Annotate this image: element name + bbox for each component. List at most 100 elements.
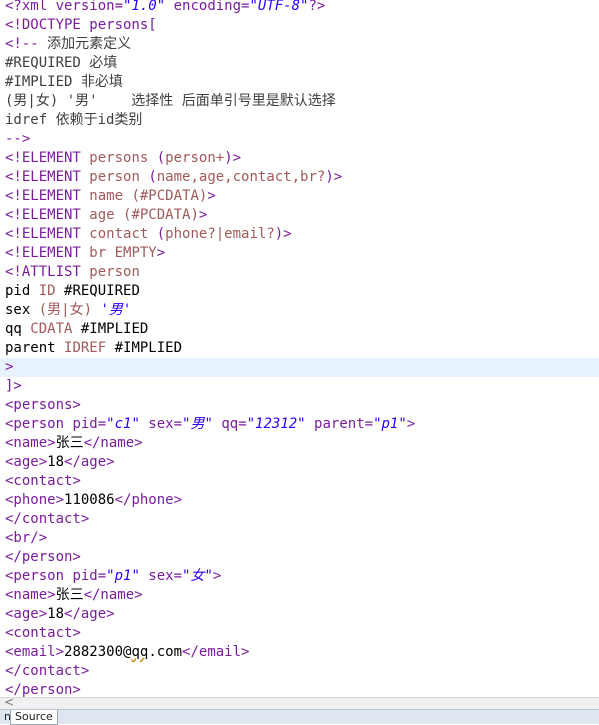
code-line[interactable]: (男|女) '男' 选择性 后面单引号里是默认选择 [5, 92, 599, 111]
code-line[interactable]: <name>张三</name> [5, 586, 599, 605]
code-line[interactable]: idref 依赖于id类别 [5, 111, 599, 130]
code-token: (男|女) [38, 302, 101, 318]
code-line[interactable]: <name>张三</name> [5, 434, 599, 453]
code-line[interactable]: --> [5, 130, 599, 149]
code-token: persons [89, 150, 157, 166]
code-token: br EMPTY [89, 245, 157, 261]
code-line[interactable]: </contact> [5, 510, 599, 529]
editor-tab-bar: n Source [0, 709, 599, 725]
code-token: )> [274, 226, 292, 242]
code-token: ( [156, 226, 166, 242]
code-token: <person [5, 416, 73, 432]
code-token: "p1" [106, 568, 140, 584]
code-line[interactable]: <phone>110086</phone> [5, 491, 599, 510]
code-token: ?> [308, 0, 326, 14]
code-line[interactable]: <contact> [5, 472, 599, 491]
code-token: qq [131, 644, 149, 660]
code-line[interactable]: </person> [5, 548, 599, 567]
code-token: name (#PCDATA) [89, 188, 208, 204]
code-token: person [89, 264, 140, 280]
code-token: </name> [83, 435, 143, 451]
code-token: > [5, 359, 14, 375]
code-line[interactable]: ]> [5, 377, 599, 396]
code-token: idref 依赖于id类别 [5, 112, 143, 128]
code-line[interactable]: <!ELEMENT persons (person+)> [5, 149, 599, 168]
code-token: <!ELEMENT [5, 245, 90, 261]
code-line[interactable]: qq CDATA #IMPLIED [5, 320, 599, 339]
code-token: <!ELEMENT [5, 169, 90, 185]
code-line[interactable]: #IMPLIED 非必填 [5, 73, 599, 92]
code-token: #REQUIRED 必填 [5, 55, 118, 71]
code-token: contact [89, 226, 157, 242]
code-token: <contact> [5, 473, 81, 489]
code-token: <br/> [5, 530, 48, 546]
code-line[interactable]: <!-- 添加元素定义 [5, 35, 599, 54]
code-line[interactable]: <!ELEMENT name (#PCDATA)> [5, 187, 599, 206]
code-token: <!ELEMENT [5, 150, 90, 166]
code-token: </person> [5, 682, 81, 697]
code-token: ( [148, 169, 157, 185]
code-token: <name> [5, 435, 56, 451]
code-token: qq= [212, 416, 247, 432]
code-line[interactable]: pid ID #REQUIRED [5, 282, 599, 301]
code-line[interactable]: > [5, 358, 599, 377]
code-line[interactable]: <!ELEMENT br EMPTY> [5, 244, 599, 263]
code-line[interactable]: parent IDREF #IMPLIED [5, 339, 599, 358]
code-line[interactable]: <!ELEMENT contact (phone?|email?)> [5, 225, 599, 244]
code-line[interactable]: <?xml version="1.0" encoding="UTF-8"?> [5, 0, 599, 16]
code-token: sex= [139, 568, 183, 584]
code-line[interactable]: sex (男|女) '男' [5, 301, 599, 320]
code-token: "12312" [246, 416, 306, 432]
code-token: <age> [5, 606, 48, 622]
code-line[interactable]: <!DOCTYPE persons[ [5, 16, 599, 35]
code-token: age (#PCDATA) [89, 207, 199, 223]
code-token: person [89, 169, 149, 185]
code-token: #REQUIRED [64, 283, 140, 299]
code-token: 110086 [64, 492, 115, 508]
code-token: version= [55, 0, 124, 14]
code-token: > [406, 416, 416, 432]
code-line[interactable]: </person> [5, 681, 599, 697]
code-line[interactable]: <age>18</age> [5, 453, 599, 472]
code-token: <!DOCTYPE persons[ [5, 17, 157, 33]
code-token: IDREF [64, 340, 115, 356]
code-token: phone?|email? [165, 226, 275, 242]
code-token: qq [5, 321, 31, 337]
code-token: "p1" [373, 416, 407, 432]
code-line[interactable]: <!ATTLIST person [5, 263, 599, 282]
code-token: </age> [64, 606, 115, 622]
code-token: parent [5, 340, 65, 356]
code-line[interactable]: <contact> [5, 624, 599, 643]
code-line[interactable]: <!ELEMENT age (#PCDATA)> [5, 206, 599, 225]
code-token: "1.0" [123, 0, 166, 14]
code-line[interactable]: <br/> [5, 529, 599, 548]
code-line[interactable]: <persons> [5, 396, 599, 415]
code-line[interactable]: <person pid="p1" sex="女"> [5, 567, 599, 586]
code-line[interactable]: </contact> [5, 662, 599, 681]
code-line[interactable]: <email>2882300@qq.com</email> [5, 643, 599, 662]
code-line[interactable]: #REQUIRED 必填 [5, 54, 599, 73]
scroll-left-icon[interactable]: < [4, 695, 14, 709]
code-token: </person> [5, 549, 81, 565]
code-token: > [207, 188, 216, 204]
code-token: 张三 [55, 587, 84, 603]
code-token: <!ELEMENT [5, 226, 90, 242]
code-token: --> [5, 131, 31, 147]
code-token: pid= [72, 568, 107, 584]
code-line[interactable]: <!ELEMENT person (name,age,contact,br?)> [5, 168, 599, 187]
code-token: </contact> [5, 663, 90, 679]
code-token: #IMPLIED [114, 340, 183, 356]
code-token: <!ELEMENT [5, 207, 90, 223]
code-line[interactable]: <person pid="c1" sex="男" qq="12312" pare… [5, 415, 599, 434]
code-token: > [212, 568, 222, 584]
code-token: pid= [72, 416, 107, 432]
code-token: )> [325, 169, 343, 185]
code-token: "女" [182, 568, 213, 584]
code-token: > [156, 245, 166, 261]
code-token: 张三 [55, 435, 84, 451]
code-editor[interactable]: <?xml version="1.0" encoding="UTF-8"?> <!… [0, 0, 599, 697]
code-line[interactable]: <age>18</age> [5, 605, 599, 624]
code-token: )> [224, 150, 242, 166]
code-token: <name> [5, 587, 56, 603]
code-token: sex= [139, 416, 183, 432]
